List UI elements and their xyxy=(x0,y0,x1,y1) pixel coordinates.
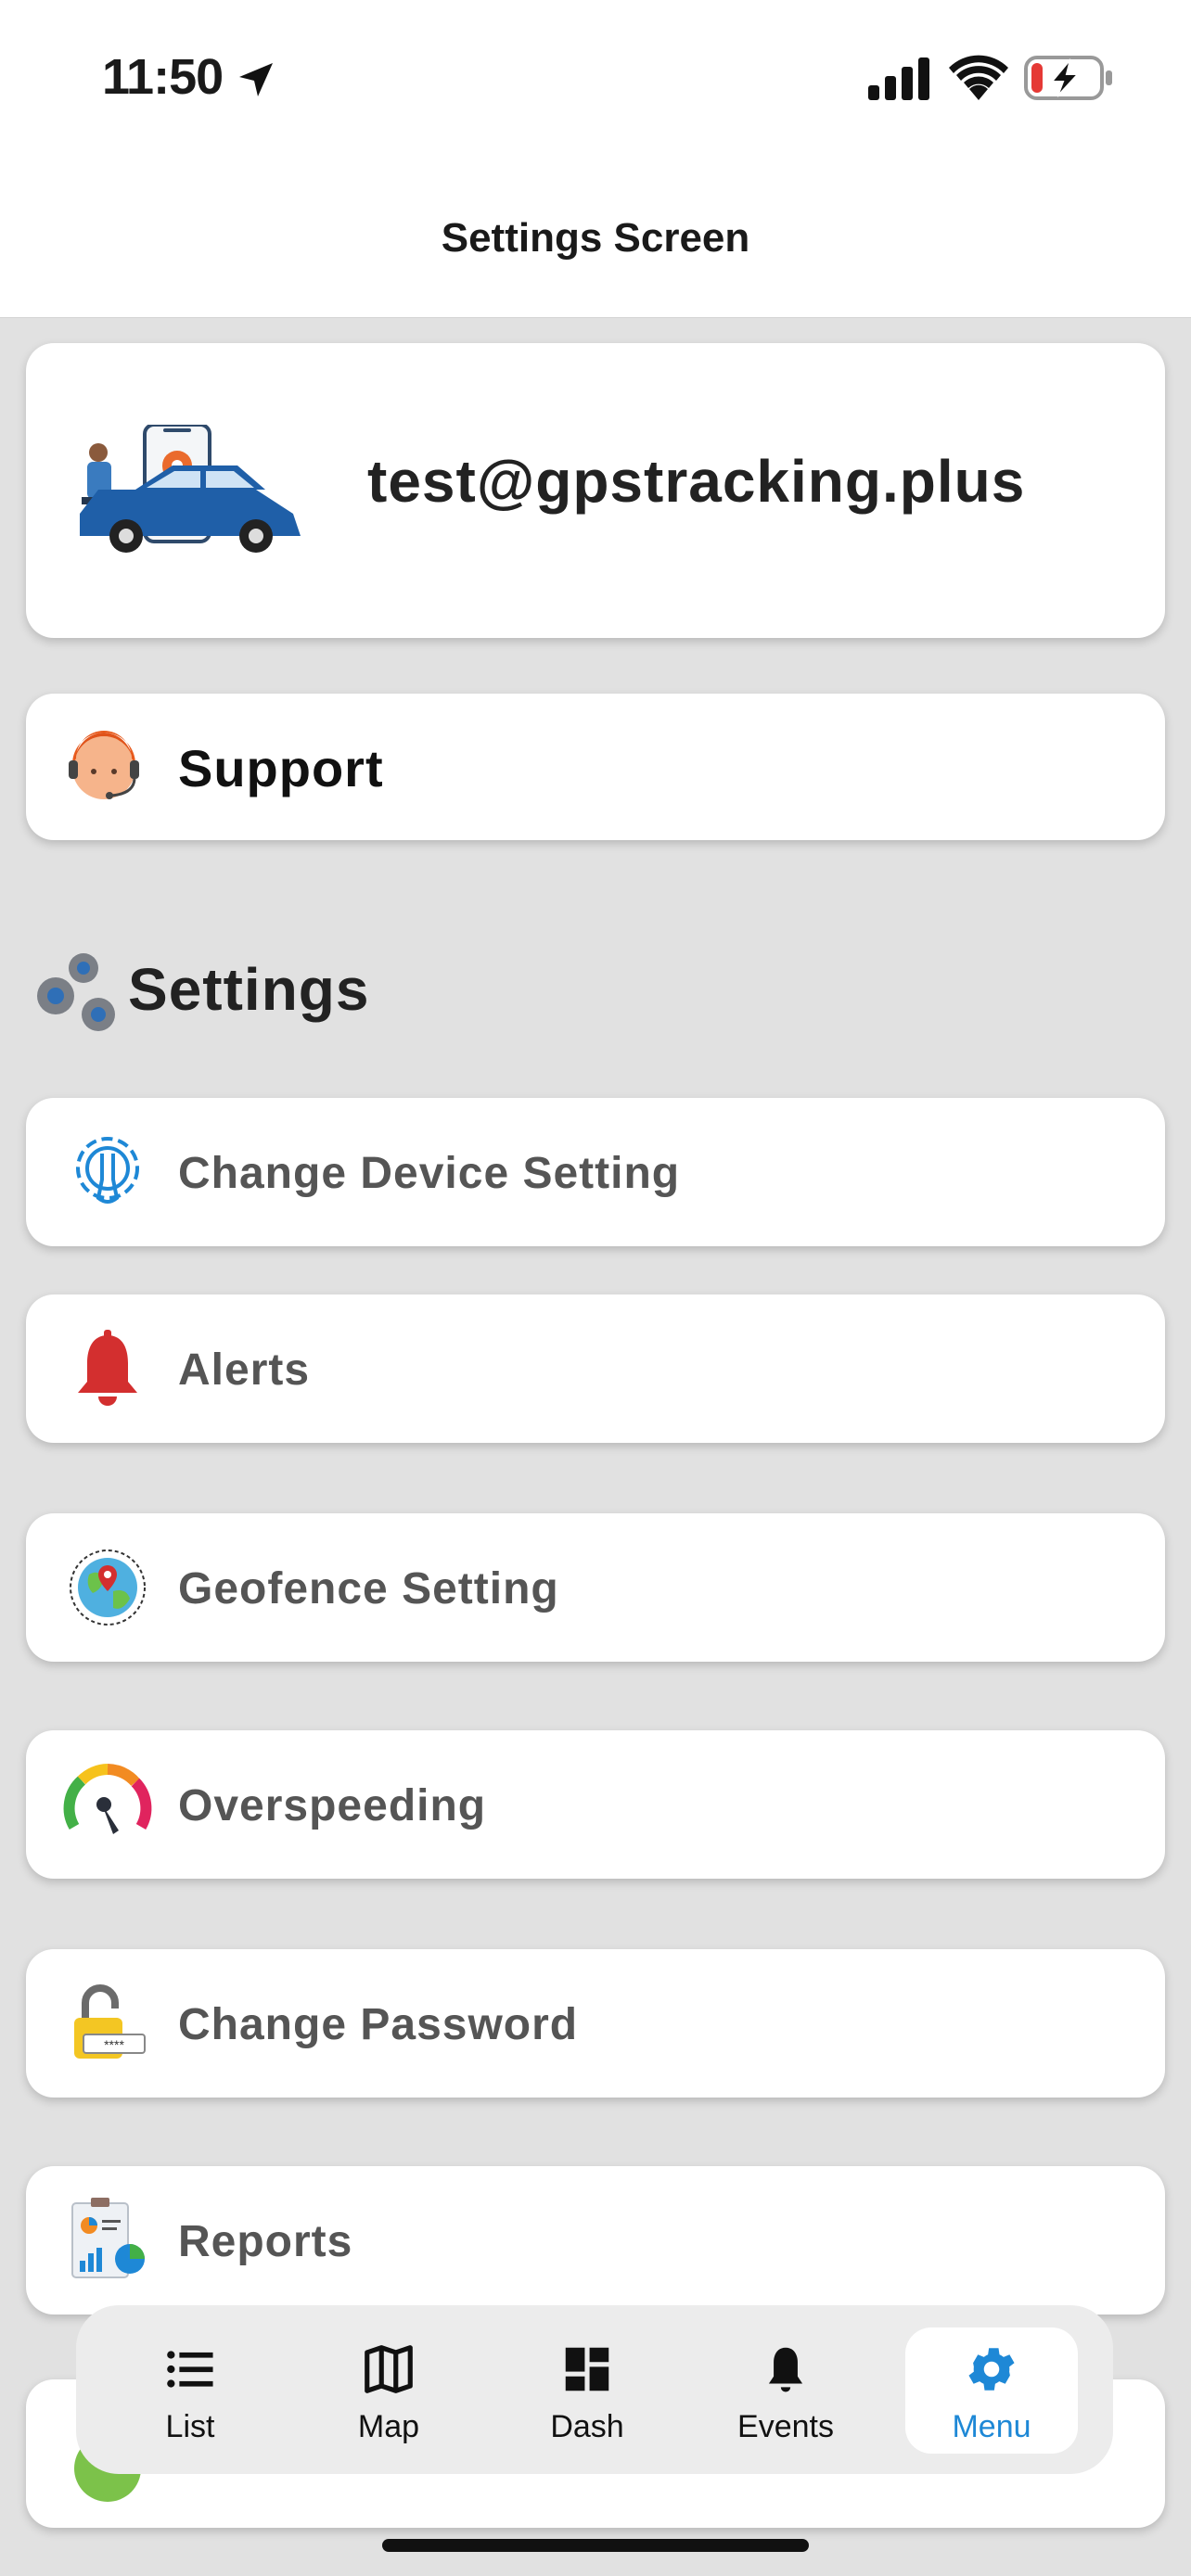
tab-label: Events xyxy=(737,2409,834,2444)
tab-events[interactable]: Events xyxy=(699,2327,872,2454)
menu-item-geofence-setting[interactable]: Geofence Setting xyxy=(26,1513,1165,1662)
globe-pin-icon xyxy=(70,1549,146,1626)
tab-label: Map xyxy=(357,2409,420,2444)
menu-item-label: Change Device Setting xyxy=(178,1149,681,1198)
svg-text:****: **** xyxy=(104,2037,124,2052)
tab-label: Menu xyxy=(952,2409,1031,2444)
list-icon xyxy=(167,2351,213,2388)
status-time: 11:50 xyxy=(102,49,224,105)
menu-item-reports[interactable]: Reports xyxy=(26,2166,1165,2315)
gears-icon xyxy=(37,953,115,1031)
support-button[interactable]: Support xyxy=(26,694,1165,840)
status-bar: 11:50 xyxy=(0,0,1191,158)
bottom-tab-bar: List Map Dash Events Menu xyxy=(76,2305,1113,2474)
menu-item-label: Reports xyxy=(178,2217,353,2266)
menu-item-label: Geofence Setting xyxy=(178,1564,559,1613)
dashboard-icon xyxy=(565,2347,609,2391)
menu-item-overspeeding[interactable]: Overspeeding xyxy=(26,1730,1165,1879)
menu-item-alerts[interactable]: Alerts xyxy=(26,1294,1165,1443)
tab-list[interactable]: List xyxy=(104,2327,276,2454)
profile-email: test@gpstracking.plus xyxy=(367,448,1026,515)
gear-wrench-icon xyxy=(76,1137,139,1204)
navigation-header: Settings Screen xyxy=(0,158,1191,318)
menu-item-label: Overspeeding xyxy=(178,1781,487,1830)
settings-section-title: Settings xyxy=(128,956,370,1023)
page-title: Settings Screen xyxy=(441,215,750,261)
gps-car-illustration-icon xyxy=(80,425,301,553)
speedometer-icon xyxy=(63,1764,152,1834)
tab-label: Dash xyxy=(550,2409,624,2444)
bell-icon xyxy=(768,2347,803,2392)
tab-menu[interactable]: Menu xyxy=(905,2327,1078,2454)
cellular-signal-icon xyxy=(868,57,929,100)
menu-item-change-password[interactable]: **** Change Password xyxy=(26,1949,1165,2098)
tab-label: List xyxy=(165,2409,215,2444)
location-arrow-icon xyxy=(239,63,273,96)
gear-icon xyxy=(968,2348,1015,2391)
menu-item-label: Alerts xyxy=(178,1345,311,1395)
support-agent-icon xyxy=(69,731,139,799)
home-indicator xyxy=(382,2539,809,2552)
map-icon xyxy=(365,2345,413,2393)
battery-charging-icon xyxy=(1024,56,1112,100)
padlock-icon: **** xyxy=(74,1984,146,2059)
report-chart-icon xyxy=(71,2198,145,2278)
wifi-icon xyxy=(949,55,1008,100)
menu-item-change-device-setting[interactable]: Change Device Setting xyxy=(26,1098,1165,1246)
tab-dash[interactable]: Dash xyxy=(501,2327,673,2454)
bell-icon xyxy=(78,1330,137,1406)
tab-map[interactable]: Map xyxy=(302,2327,475,2454)
profile-card[interactable]: test@gpstracking.plus xyxy=(26,343,1165,638)
menu-item-label: Change Password xyxy=(178,2000,579,2049)
support-label: Support xyxy=(178,739,384,797)
